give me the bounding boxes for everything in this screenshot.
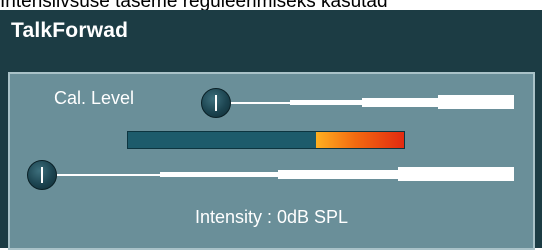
- controls-area: Cal. Level Intensity : 0dB SPL: [8, 72, 535, 250]
- cal-level-knob[interactable]: [201, 88, 231, 118]
- cal-level-track-seg-3: [438, 95, 514, 109]
- intensity-track-seg-2: [278, 170, 400, 179]
- instruction-text: Intensiivsuse taseme reguleerimiseks kas…: [0, 0, 542, 10]
- intensity-track-seg-3: [398, 167, 514, 181]
- level-meter-peak: [316, 132, 404, 148]
- intensity-track: [41, 174, 166, 176]
- cal-level-track-seg-1: [290, 100, 365, 105]
- intensity-readout: Intensity : 0dB SPL: [194, 207, 349, 227]
- cal-level-track-seg-2: [362, 98, 440, 107]
- level-meter: [127, 131, 405, 149]
- talkforward-panel: TalkForwad Cal. Level Intensity : 0dB SP…: [0, 10, 542, 250]
- intensity-knob[interactable]: [27, 160, 57, 190]
- intensity-track-seg-1: [160, 172, 280, 177]
- panel-title: TalkForwad: [11, 19, 129, 42]
- cal-level-label: Cal. Level: [54, 88, 135, 108]
